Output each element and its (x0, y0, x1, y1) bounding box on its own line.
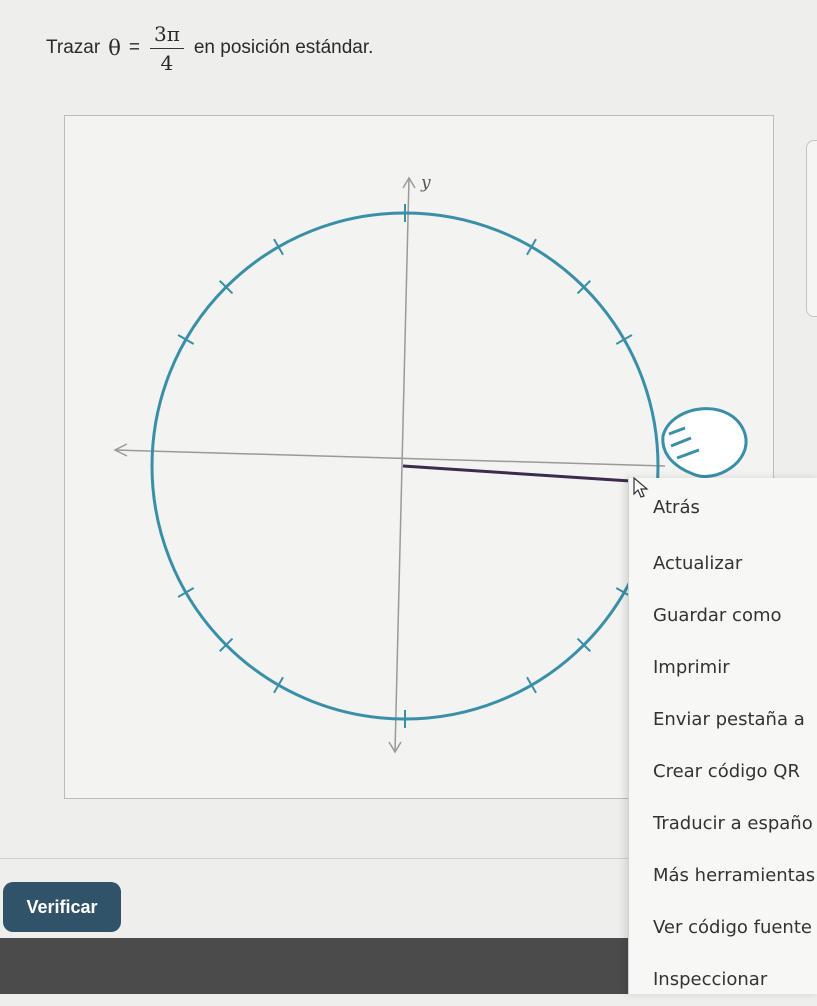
question-prefix: Trazar (46, 37, 101, 58)
menu-item-save-as[interactable]: Guardar como (629, 590, 817, 642)
bottom-taskbar (0, 938, 630, 994)
tick-mark (526, 676, 537, 694)
side-panel-tab[interactable] (806, 140, 817, 317)
menu-item-send-tab[interactable]: Enviar pestaña a (629, 694, 817, 746)
fraction-numerator: 3π (149, 22, 184, 49)
fraction-denominator: 4 (160, 50, 174, 75)
menu-item-print[interactable]: Imprimir (629, 642, 817, 694)
tick-mark (273, 676, 284, 694)
y-axis-label: y (420, 173, 431, 193)
tick-mark (615, 334, 633, 345)
menu-item-inspect[interactable]: Inspeccionar (629, 954, 817, 1006)
menu-item-translate[interactable]: Traducir a españo (629, 798, 817, 850)
divider (0, 858, 630, 859)
menu-item-create-qr[interactable]: Crear código QR (629, 746, 817, 798)
theta-symbol: θ (108, 36, 121, 60)
tick-mark (177, 587, 195, 598)
question-text: Trazar θ = 3π 4 en posición estándar. (46, 18, 373, 78)
tick-mark (273, 238, 284, 256)
tick-mark (177, 334, 195, 345)
menu-item-view-source[interactable]: Ver código fuente (629, 902, 817, 954)
menu-item-back[interactable]: Atrás (629, 478, 817, 538)
menu-item-more-tools[interactable]: Más herramientas (629, 850, 817, 902)
verify-button[interactable]: Verificar (3, 882, 121, 932)
hand-cursor-icon (661, 407, 748, 478)
x-axis (114, 449, 666, 467)
terminal-ray[interactable] (402, 464, 646, 484)
equals-sign: = (128, 37, 140, 58)
menu-item-reload[interactable]: Actualizar (629, 538, 817, 590)
context-menu[interactable]: Atrás Actualizar Guardar como Imprimir E… (628, 478, 817, 994)
arrow-cursor-icon (633, 476, 649, 498)
tick-mark (526, 238, 537, 256)
question-suffix: en posición estándar. (193, 37, 374, 58)
angle-fraction: 3π 4 (149, 22, 184, 75)
